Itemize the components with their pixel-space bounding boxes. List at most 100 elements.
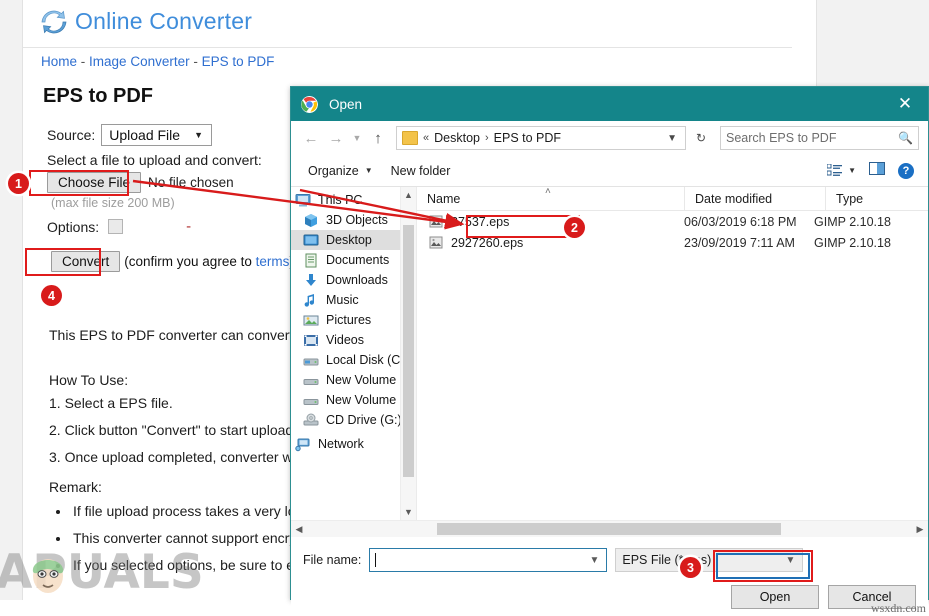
sidebar-item-label: CD Drive (G:) bbox=[326, 413, 400, 427]
refresh-icon[interactable]: ↻ bbox=[689, 127, 713, 149]
sidebar-item-local-disk-c[interactable]: Local Disk (C:) bbox=[291, 350, 400, 370]
file-date-cell: 23/09/2019 7:11 AM bbox=[674, 236, 804, 250]
view-list-icon bbox=[827, 164, 842, 177]
file-date-cell: 06/03/2019 6:18 PM bbox=[674, 215, 804, 229]
search-box[interactable]: Search EPS to PDF 🔍 bbox=[720, 126, 919, 150]
sidebar-item-label: Downloads bbox=[326, 273, 388, 287]
navpane-scroll-track[interactable] bbox=[401, 203, 416, 504]
close-icon[interactable]: ✕ bbox=[882, 87, 928, 121]
address-crumb-eps-to-pdf[interactable]: EPS to PDF bbox=[494, 131, 561, 145]
pictures-icon bbox=[303, 313, 319, 328]
chevron-left-icon[interactable]: ◀ bbox=[291, 521, 307, 537]
new-folder-button[interactable]: New folder bbox=[382, 161, 460, 181]
chevron-down-icon: ▼ bbox=[194, 130, 203, 140]
sidebar-item-label: Documents bbox=[326, 253, 389, 267]
navpane-scroll-thumb[interactable] bbox=[403, 225, 414, 477]
sidebar-item-label: Videos bbox=[326, 333, 364, 347]
column-header-type[interactable]: Type bbox=[826, 187, 928, 210]
chevron-down-icon[interactable]: ▼ bbox=[350, 126, 364, 150]
file-list-pane: Name Date modified Type ˄ 87537.eps 06/0… bbox=[416, 187, 928, 520]
dialog-titlebar: Open ✕ bbox=[291, 87, 928, 121]
chevron-right-icon[interactable]: ▶ bbox=[912, 521, 928, 537]
hscroll-thumb[interactable] bbox=[437, 523, 781, 535]
breadcrumb-overflow[interactable]: « bbox=[423, 132, 429, 144]
file-type-cell: GIMP 2.10.18 bbox=[804, 236, 896, 250]
choose-file-button[interactable]: Choose File bbox=[47, 172, 141, 193]
file-name-text: 2927260.eps bbox=[451, 236, 523, 250]
dialog-title: Open bbox=[329, 97, 882, 112]
sidebar-item-new-volume-d[interactable]: New Volume (D:) bbox=[291, 370, 400, 390]
sidebar-item-pictures[interactable]: Pictures bbox=[291, 310, 400, 330]
sidebar-item-new-volume-e[interactable]: New Volume (E:) bbox=[291, 390, 400, 410]
breadcrumb-item-eps-to-pdf[interactable]: EPS to PDF bbox=[202, 54, 275, 69]
convert-button[interactable]: Convert bbox=[51, 251, 120, 272]
sidebar-item-this-pc[interactable]: This PC bbox=[291, 190, 400, 210]
table-row[interactable]: 2927260.eps 23/09/2019 7:11 AM GIMP 2.10… bbox=[417, 232, 928, 253]
drive-icon bbox=[303, 373, 319, 388]
source-row: Source: Upload File ▼ bbox=[47, 124, 212, 146]
chevron-down-icon: ▼ bbox=[848, 166, 856, 175]
arrow-left-icon[interactable]: ← bbox=[300, 126, 322, 150]
sidebar-item-desktop[interactable]: Desktop bbox=[291, 230, 400, 250]
options-dash: - bbox=[186, 218, 191, 235]
sidebar-item-3d-objects[interactable]: 3D Objects bbox=[291, 210, 400, 230]
search-input[interactable]: Search EPS to PDF bbox=[726, 131, 898, 145]
chevron-down-icon[interactable]: ▼ bbox=[589, 555, 603, 566]
breadcrumb-sep-1: - bbox=[81, 54, 86, 69]
address-bar[interactable]: « Desktop › EPS to PDF ▼ bbox=[396, 126, 686, 150]
step-badge-4: 4 bbox=[41, 285, 62, 306]
breadcrumb-sep-2: - bbox=[193, 54, 198, 69]
sidebar-item-downloads[interactable]: Downloads bbox=[291, 270, 400, 290]
chevron-down-icon[interactable]: ▼ bbox=[661, 133, 683, 144]
chevron-down-icon: ▼ bbox=[785, 555, 799, 566]
sidebar-item-label: New Volume (E:) bbox=[326, 393, 400, 407]
file-list-hscrollbar[interactable]: ◀ ▶ bbox=[291, 520, 928, 537]
cd-drive-icon bbox=[303, 413, 319, 428]
sidebar-item-music[interactable]: Music bbox=[291, 290, 400, 310]
file-name-cell[interactable]: 87537.eps bbox=[417, 215, 674, 229]
file-type-select[interactable]: EPS File (*.eps) ▼ bbox=[615, 548, 803, 572]
file-list-header: Name Date modified Type ˄ bbox=[417, 187, 928, 211]
breadcrumb-item-home[interactable]: Home bbox=[41, 54, 77, 69]
sidebar-item-network[interactable]: Network bbox=[291, 434, 400, 454]
desktop-icon bbox=[303, 233, 319, 248]
arrow-right-icon[interactable]: → bbox=[325, 126, 347, 150]
network-icon bbox=[295, 437, 311, 452]
sidebar-item-label: 3D Objects bbox=[326, 213, 388, 227]
max-file-size-note: (max file size 200 MB) bbox=[51, 196, 175, 210]
site-header: Online Converter bbox=[41, 8, 252, 35]
downloads-icon bbox=[303, 273, 319, 288]
hscroll-track[interactable] bbox=[307, 521, 912, 537]
organize-button[interactable]: Organize ▼ bbox=[299, 161, 382, 181]
step-badge-2: 2 bbox=[564, 217, 585, 238]
options-checkbox[interactable] bbox=[108, 219, 123, 234]
sidebar-item-label: Pictures bbox=[326, 313, 371, 327]
chevron-up-icon[interactable]: ▲ bbox=[401, 187, 416, 203]
help-icon[interactable]: ? bbox=[898, 163, 914, 179]
file-input-row: Choose File No file chosen bbox=[47, 172, 234, 193]
address-crumb-desktop[interactable]: Desktop bbox=[434, 131, 480, 145]
music-icon bbox=[303, 293, 319, 308]
confirm-note: (confirm you agree to terms) bbox=[124, 254, 294, 269]
eps-file-icon bbox=[429, 215, 444, 229]
chrome-icon bbox=[301, 96, 318, 113]
navpane-scrollbar[interactable]: ▲ ▼ bbox=[400, 187, 416, 520]
sidebar-item-videos[interactable]: Videos bbox=[291, 330, 400, 350]
column-header-name[interactable]: Name bbox=[417, 187, 685, 210]
sidebar-item-cd-drive-g[interactable]: CD Drive (G:) bbox=[291, 410, 400, 430]
view-list-button[interactable]: ▼ bbox=[827, 164, 856, 177]
arrow-up-icon[interactable]: ↑ bbox=[367, 126, 389, 150]
source-select-value: Upload File bbox=[109, 127, 180, 143]
file-name-cell[interactable]: 2927260.eps bbox=[417, 236, 674, 250]
column-header-date-modified[interactable]: Date modified bbox=[685, 187, 826, 210]
table-row[interactable]: 87537.eps 06/03/2019 6:18 PM GIMP 2.10.1… bbox=[417, 211, 928, 232]
chevron-down-icon[interactable]: ▼ bbox=[401, 504, 416, 520]
refresh-arrows-icon bbox=[41, 9, 67, 35]
terms-link[interactable]: terms bbox=[256, 254, 290, 269]
file-name-input[interactable]: ▼ bbox=[369, 548, 607, 572]
sidebar-item-documents[interactable]: Documents bbox=[291, 250, 400, 270]
preview-pane-button[interactable] bbox=[869, 162, 885, 180]
source-select[interactable]: Upload File ▼ bbox=[101, 124, 212, 146]
open-button[interactable]: Open bbox=[731, 585, 819, 609]
breadcrumb-item-image-converter[interactable]: Image Converter bbox=[89, 54, 190, 69]
